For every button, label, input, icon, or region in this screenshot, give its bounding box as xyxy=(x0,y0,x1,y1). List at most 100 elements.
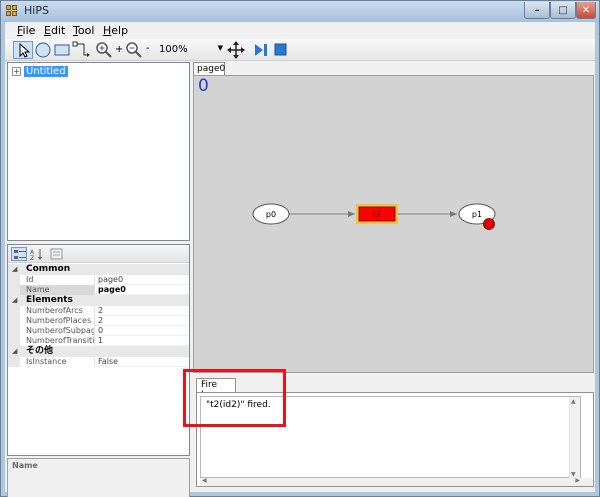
category-common[interactable]: ◢ Common xyxy=(8,264,189,275)
zoom-out-label: - xyxy=(146,43,150,54)
property-key: Id xyxy=(8,275,95,285)
category-label: その他 xyxy=(26,346,54,356)
transition-t2[interactable]: t2 xyxy=(356,204,398,224)
property-row[interactable]: Name page0 xyxy=(8,285,189,295)
stop-icon xyxy=(274,43,287,56)
zoom-out-icon xyxy=(126,42,142,58)
menu-tool[interactable]: Tool xyxy=(73,24,94,37)
close-icon: ✕ xyxy=(581,4,591,16)
zoom-level-select[interactable]: 100% ▼ xyxy=(155,42,225,58)
transition-label: t2 xyxy=(373,210,381,219)
zoom-in-button[interactable] xyxy=(95,41,113,59)
document-tabs: page0 xyxy=(192,61,595,76)
property-key: NumberofSubpages xyxy=(8,326,95,336)
property-row[interactable]: Id page0 xyxy=(8,275,189,285)
log-entry: "t2(id2)" fired. xyxy=(206,400,271,410)
category-label: Elements xyxy=(26,295,73,305)
property-row[interactable]: NumberofSubpages0 xyxy=(8,326,189,336)
property-pages-button[interactable] xyxy=(49,247,65,261)
project-tree[interactable]: + Untitled xyxy=(7,62,190,241)
property-description-pane: Name xyxy=(7,458,190,497)
minimize-button[interactable]: – xyxy=(524,2,550,19)
menu-help[interactable]: Help xyxy=(103,24,128,37)
property-value[interactable]: page0 xyxy=(96,275,189,285)
menu-file[interactable]: File xyxy=(17,24,35,37)
collapse-icon[interactable]: ◢ xyxy=(12,264,17,275)
description-title: Name xyxy=(12,461,38,470)
scroll-up-icon[interactable]: ▲ xyxy=(571,398,576,405)
property-row[interactable]: NumberofPlaces 2 xyxy=(8,316,189,326)
property-key: NumberofArcs xyxy=(8,306,95,316)
select-tool-button[interactable] xyxy=(13,41,33,59)
property-key: NumberofTransitions xyxy=(8,336,95,346)
token-icon xyxy=(483,218,495,230)
property-key: Name xyxy=(8,285,95,295)
maximize-button[interactable]: □ xyxy=(550,2,576,19)
menu-edit[interactable]: Edit xyxy=(44,24,65,37)
tree-item-untitled[interactable]: + Untitled xyxy=(12,65,68,77)
expand-icon[interactable]: + xyxy=(12,66,21,76)
arc-connector-icon xyxy=(72,41,90,57)
menu-bar: File Edit Tool Help xyxy=(5,22,595,39)
step-forward-icon xyxy=(255,44,267,56)
zoom-level-value: 100% xyxy=(159,44,188,55)
stop-button[interactable] xyxy=(273,41,289,59)
property-row[interactable]: NumberofTransitions1 xyxy=(8,336,189,346)
place-label: p1 xyxy=(472,210,482,219)
window-title: HiPS xyxy=(24,4,49,17)
property-value[interactable]: 2 xyxy=(96,306,189,316)
property-row[interactable]: NumberofArcs 2 xyxy=(8,306,189,316)
step-button[interactable] xyxy=(253,41,269,59)
categorized-icon xyxy=(14,250,26,259)
scroll-right-icon[interactable]: ▶ xyxy=(575,477,580,484)
property-pages-icon xyxy=(50,248,63,260)
minimize-icon: – xyxy=(534,4,540,16)
app-window: HiPS – □ ✕ File Edit Tool Help + - 100% … xyxy=(0,0,600,497)
scroll-left-icon[interactable]: ◀ xyxy=(202,477,207,484)
place-label: p0 xyxy=(266,210,276,219)
transition-tool-button[interactable] xyxy=(53,41,71,59)
property-value[interactable]: False xyxy=(96,357,189,367)
categorized-button[interactable] xyxy=(11,247,27,261)
place-p1[interactable]: p1 xyxy=(458,203,496,230)
vertical-scrollbar[interactable]: ▲ ▼ xyxy=(569,397,580,479)
arc-tool-button[interactable] xyxy=(72,41,92,59)
move-icon xyxy=(227,41,245,59)
zoom-out-button[interactable] xyxy=(125,41,143,59)
tab-fire-log[interactable]: Fire Log xyxy=(196,378,236,400)
rectangle-icon xyxy=(54,44,70,56)
sort-alpha-icon: AZ xyxy=(30,249,42,262)
property-list: ◢ Common Id page0 Name page0 ◢ Elements Numb… xyxy=(8,264,189,367)
horizontal-scrollbar[interactable]: ◀ ▶ xyxy=(200,477,592,486)
petri-net-diagram: p0 t2 p1 xyxy=(252,203,496,230)
category-elements[interactable]: ◢ Elements xyxy=(8,295,189,306)
property-key: NumberofPlaces xyxy=(8,316,95,326)
property-value[interactable]: 2 xyxy=(96,316,189,326)
alphabetical-button[interactable]: AZ xyxy=(29,247,45,262)
tree-item-label[interactable]: Untitled xyxy=(24,65,68,77)
property-key: IsInstance xyxy=(8,357,95,367)
close-button[interactable]: ✕ xyxy=(576,2,596,19)
fire-log-panel: "t2(id2)" fired. ▲ ▼ ◀ ▶ xyxy=(196,392,594,487)
client-area: File Edit Tool Help + - 100% ▼ + Untitle… xyxy=(5,22,595,497)
property-value[interactable]: 0 xyxy=(96,326,189,336)
app-icon xyxy=(6,5,19,18)
property-row[interactable]: IsInstance False xyxy=(8,357,189,367)
svg-text:Z: Z xyxy=(30,255,34,261)
category-other[interactable]: ◢ その他 xyxy=(8,346,189,357)
property-value[interactable]: page0 xyxy=(96,285,189,295)
place-tool-button[interactable] xyxy=(34,41,52,59)
circle-icon xyxy=(35,42,51,58)
fire-log-textarea[interactable]: "t2(id2)" fired. ▲ ▼ xyxy=(200,396,581,479)
pan-tool-button[interactable] xyxy=(227,41,245,59)
collapse-icon[interactable]: ◢ xyxy=(12,346,17,357)
property-grid-toolbar: AZ xyxy=(8,245,189,263)
place-p0[interactable]: p0 xyxy=(252,203,290,225)
zoom-in-icon xyxy=(96,42,112,58)
tab-page0[interactable]: page0 xyxy=(193,62,225,76)
property-value[interactable]: 1 xyxy=(96,336,189,346)
maximize-icon: □ xyxy=(558,4,568,16)
title-bar[interactable]: HiPS – □ ✕ xyxy=(1,1,599,22)
net-canvas[interactable]: 0 p0 t2 p1 xyxy=(193,75,594,373)
collapse-icon[interactable]: ◢ xyxy=(12,295,17,306)
